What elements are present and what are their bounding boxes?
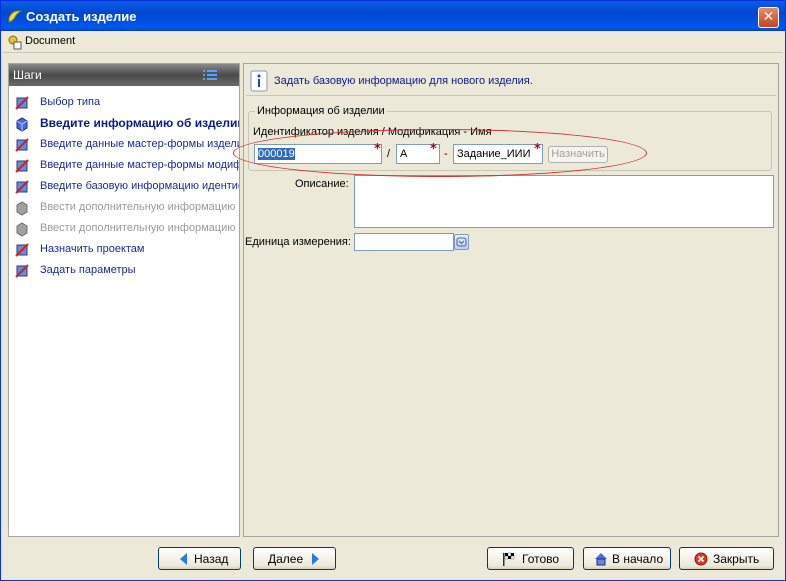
finish-button[interactable]: Готово [487,547,574,570]
step-additional-info-2: Ввести дополнительную информацию [9,219,239,239]
finish-label: Готово [522,552,560,566]
step-label: Введите данные мастер-формы модификации [40,159,239,171]
step-disabled-icon [16,222,28,237]
step-item-info[interactable]: Введите информацию об изделии [9,114,239,134]
window-title: Создать изделие [26,9,137,24]
unit-field[interactable] [354,233,454,251]
step-done-icon [15,264,29,278]
step-select-type[interactable]: Выбор типа [9,93,239,113]
step-additional-info-1: Ввести дополнительную информацию [9,198,239,218]
next-button[interactable]: Далее [253,547,336,570]
steps-panel: Шаги Выбор типа Введите информацию об из… [8,63,240,537]
list-icon[interactable] [203,69,217,81]
step-assign-projects[interactable]: Назначить проектам [9,240,239,260]
step-label: Задать параметры [40,264,136,276]
step-label: Ввести дополнительную информацию [40,201,236,213]
step-identifier-info[interactable]: Введите базовую информацию идентификатор… [9,177,239,197]
home-button[interactable]: В начало [583,547,671,570]
checkered-flag-icon [503,552,515,566]
step-set-parameters[interactable]: Задать параметры [9,261,239,281]
menu-document[interactable]: Document [25,35,75,47]
arrow-left-icon [180,553,187,565]
step-label: Введите данные мастер-формы изделия [40,138,239,150]
step-label: Введите информацию об изделии [40,116,239,130]
step-revision-master-form[interactable]: Введите данные мастер-формы модификации [9,156,239,176]
step-label: Ввести дополнительную информацию [40,222,236,234]
close-label: Закрыть [713,552,760,566]
home-label: В начало [612,552,664,566]
back-label: Назад [194,552,229,566]
steps-header: Шаги [9,64,239,86]
step-done-icon [15,159,29,173]
title-bar[interactable]: Создать изделие ✕ [1,1,785,31]
step-label: Введите базовую информацию идентификатор… [40,180,239,192]
unit-label: Единица измерения: [245,236,351,248]
info-text: Задать базовую информацию для нового изд… [274,75,533,87]
step-current-icon [16,117,28,132]
step-done-icon [15,243,29,257]
unit-dropdown-button[interactable] [454,234,469,250]
step-label: Выбор типа [40,96,101,108]
highlight-ellipse [233,129,647,177]
step-item-master-form[interactable]: Введите данные мастер-формы изделия [9,135,239,155]
next-label: Далее [268,552,304,566]
back-button[interactable]: Назад [158,547,241,570]
document-gear-icon [8,35,22,50]
info-bar: Задать базовую информацию для нового изд… [246,66,776,96]
description-label: Описание: [295,178,349,190]
steps-title: Шаги [13,68,42,82]
step-done-icon [15,180,29,194]
group-title: Информация об изделии [255,105,387,117]
info-icon [250,70,268,92]
close-button[interactable]: Закрыть [679,547,774,570]
close-window-button[interactable]: ✕ [758,7,779,28]
close-circle-icon [694,552,708,566]
chevron-down-icon [456,237,467,247]
app-bird-icon [8,10,23,23]
step-label: Назначить проектам [40,243,145,255]
step-disabled-icon [16,201,28,216]
step-done-icon [15,96,29,110]
house-icon [595,553,607,566]
description-textarea[interactable] [354,175,774,228]
menu-bar: Document [3,31,783,53]
step-done-icon [15,138,29,152]
create-item-dialog: Создать изделие ✕ Document Шаги Выбор ти… [0,0,786,581]
arrow-right-icon [312,553,319,565]
